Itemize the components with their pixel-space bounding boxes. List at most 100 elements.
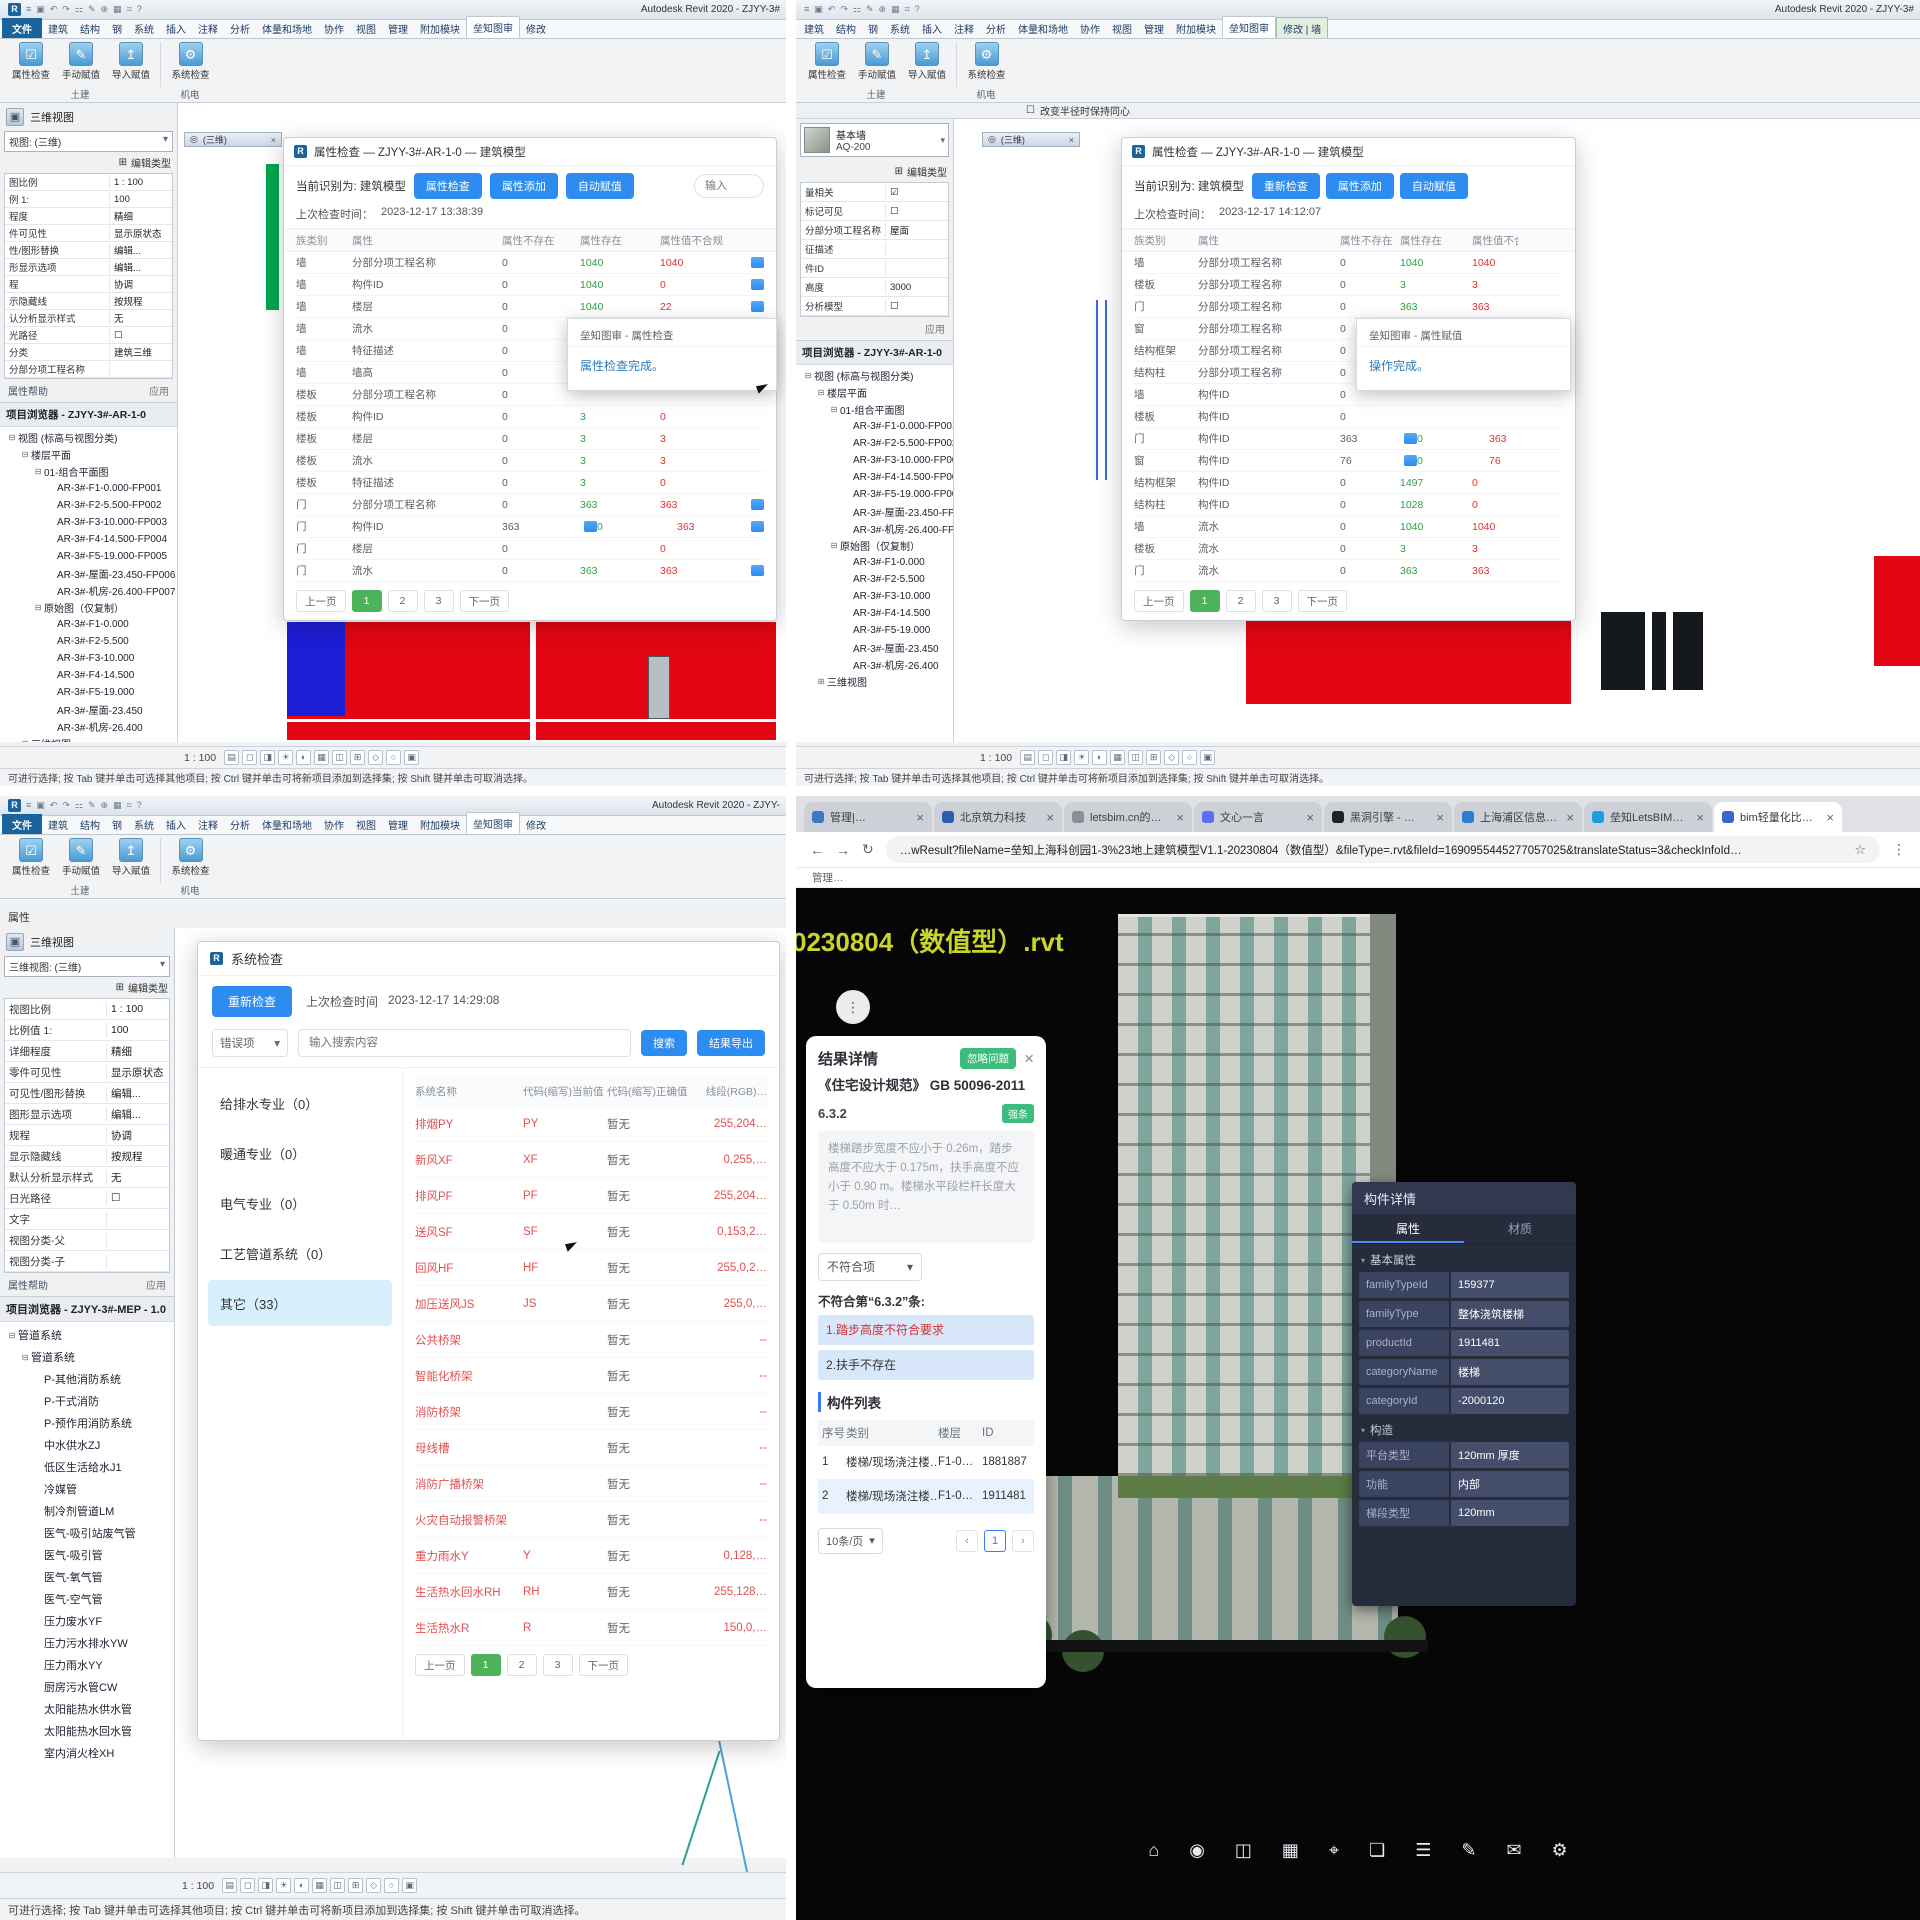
check-table-row[interactable]: 墙构件ID0 10400	[296, 274, 764, 296]
tree-item[interactable]: 压力废水YF	[0, 1610, 174, 1632]
list-icon[interactable]: ☰	[1415, 1840, 1431, 1861]
qat-icon[interactable]: ⊕	[101, 4, 109, 15]
ribbon-tab[interactable]: 分析	[224, 18, 256, 38]
check-table-row[interactable]: 楼板楼层0 33	[296, 428, 764, 450]
dialog-action-button[interactable]: 属性添加	[1326, 173, 1394, 199]
qat-icon[interactable]: ⌗	[127, 4, 132, 15]
tree-item[interactable]: AR-3#-机房-26.400	[796, 656, 953, 673]
tree-item[interactable]: AR-3#-F2-5.500-FP002	[0, 497, 177, 514]
property-row[interactable]: 分析模型☐	[801, 297, 948, 316]
tree-item[interactable]: 室内消火栓XH	[0, 1742, 174, 1764]
ribbon-tab[interactable]: 系统	[128, 814, 160, 834]
tree-item[interactable]: AR-3#-F1-0.000-FP001	[0, 480, 177, 497]
edit-type-button[interactable]: ⊞编辑类型	[0, 977, 174, 998]
tree-expander-icon[interactable]: ⊟	[6, 1331, 18, 1340]
qat-icon[interactable]: ▣	[36, 800, 45, 811]
tree-item[interactable]: AR-3#-F4-14.500-FP004	[796, 469, 953, 486]
qat-icon[interactable]: ⚏	[853, 4, 861, 15]
ribbon-tab[interactable]: 建筑	[798, 18, 830, 38]
ribbon-tab[interactable]: 文件	[2, 814, 42, 834]
qat-icon[interactable]: ⌗	[905, 4, 910, 15]
result-filter-dropdown[interactable]: 不符合项▾	[818, 1253, 922, 1281]
zoom-level[interactable]: 1 : 100	[980, 752, 1012, 764]
property-row[interactable]: 分部分项工程名称	[5, 361, 172, 378]
ribbon-tool-button[interactable]: ☑属性检查	[802, 42, 852, 87]
browser-tab[interactable]: 垒知LetsBIM… ×	[1584, 802, 1712, 832]
tree-item[interactable]: 冷媒管	[0, 1478, 174, 1500]
system-table-row[interactable]: 新风XFXF暂无0,255,…	[415, 1142, 767, 1178]
ribbon-tab[interactable]: 协作	[318, 18, 350, 38]
property-row[interactable]: 视图分类-父	[5, 1230, 169, 1251]
apply-button[interactable]: 应用	[146, 1277, 166, 1292]
close-tab-icon[interactable]: ×	[1046, 810, 1054, 825]
view-options-button[interactable]: ⋮	[836, 990, 870, 1024]
browser-tab[interactable]: bim轻量化比… ×	[1714, 802, 1842, 832]
home-icon[interactable]: ⌂	[1148, 1840, 1159, 1861]
ribbon-tool-button[interactable]: ↥导入赋值	[902, 42, 952, 87]
filter-icon[interactable]	[751, 257, 764, 268]
check-table-row[interactable]: 楼板流水0 33	[1134, 538, 1563, 560]
tree-item[interactable]: AR-3#-机房-26.400	[0, 718, 177, 735]
export-button[interactable]: 结果导出	[697, 1030, 765, 1056]
revit-logo-icon[interactable]: R	[8, 799, 21, 812]
recheck-button[interactable]: 重新检查	[212, 986, 292, 1017]
checkbox[interactable]: ☐	[1026, 105, 1035, 116]
view-control-icon[interactable]: ▣	[1200, 750, 1215, 765]
ribbon-tab[interactable]: 插入	[160, 814, 192, 834]
tree-item[interactable]: AR-3#-屋面-23.450	[796, 639, 953, 656]
tree-item[interactable]: 医气-空气管	[0, 1588, 174, 1610]
bookmark-bar[interactable]: 管理…	[796, 868, 1920, 888]
close-tab-icon[interactable]: ×	[1696, 810, 1704, 825]
property-row[interactable]: 形显示选项编辑...	[5, 259, 172, 276]
tree-item[interactable]: AR-3#-F4-14.500	[0, 667, 177, 684]
check-table-row[interactable]: 墙楼层0 104022	[296, 296, 764, 318]
zoom-level[interactable]: 1 : 100	[184, 752, 216, 764]
property-row[interactable]: 示隐藏线按规程	[5, 293, 172, 310]
system-table-row[interactable]: 加压送风JSJS暂无255,0,…	[415, 1286, 767, 1322]
view-control-icon[interactable]: ◐	[296, 750, 311, 765]
ribbon-tab[interactable]: 插入	[160, 18, 192, 38]
ribbon-tool-button[interactable]: ✎手动赋值	[56, 838, 106, 883]
view-control-icon[interactable]: ◇	[368, 750, 383, 765]
view-control-icon[interactable]: ⊞	[350, 750, 365, 765]
qat-icon[interactable]: ≡	[26, 4, 31, 15]
tree-item[interactable]: ⊟管道系统	[0, 1324, 174, 1346]
system-table-row[interactable]: 排烟PYPY暂无255,204…	[415, 1106, 767, 1142]
check-table-row[interactable]: 楼板流水0 33	[296, 450, 764, 472]
ribbon-tab[interactable]: 附加模块	[414, 18, 466, 38]
close-icon[interactable]: ×	[1024, 1050, 1034, 1067]
page-button[interactable]: 2	[388, 590, 418, 612]
tree-item[interactable]: 医气-吸引管	[0, 1544, 174, 1566]
prev-page-button[interactable]: 上一页	[296, 590, 346, 612]
property-row[interactable]: 可见性/图形替换编辑...	[5, 1083, 169, 1104]
property-row[interactable]: 光路径☐	[5, 327, 172, 344]
property-row[interactable]: 零件可见性显示原状态	[5, 1062, 169, 1083]
property-row[interactable]: 程度精细	[5, 208, 172, 225]
tree-item[interactable]: 中水供水ZJ	[0, 1434, 174, 1456]
type-selector[interactable]: 基本墙AQ-200▾	[800, 123, 949, 157]
browser-tab[interactable]: 管理|… ×	[804, 802, 932, 832]
property-row[interactable]: 件ID	[801, 259, 948, 278]
tree-item[interactable]: ⊞三维视图	[796, 673, 953, 690]
qat-icon[interactable]: ▦	[113, 800, 122, 811]
tree-expander-icon[interactable]: ⊟	[19, 450, 31, 459]
hide-component-icon[interactable]: ◫	[1235, 1840, 1252, 1861]
tree-item[interactable]: ⊟楼层平面	[796, 384, 953, 401]
ribbon-tab[interactable]: 附加模块	[414, 814, 466, 834]
check-table-row[interactable]: 门构件ID363 0363	[296, 516, 764, 538]
tree-item[interactable]: AR-3#-F5-19.000-FP005	[0, 548, 177, 565]
qat-icon[interactable]: ↶	[828, 4, 836, 15]
tree-item[interactable]: P-预作用消防系统	[0, 1412, 174, 1434]
discipline-item[interactable]: 工艺管道系统（0）	[208, 1230, 392, 1276]
view-control-icon[interactable]: ◫	[330, 1878, 345, 1893]
page-button[interactable]: 2	[1226, 590, 1256, 612]
view-control-icon[interactable]: ▤	[1020, 750, 1035, 765]
revit-logo-icon[interactable]: R	[8, 3, 21, 16]
violation-item[interactable]: 2.扶手不存在	[818, 1350, 1034, 1380]
prev-page-button[interactable]: 上一页	[415, 1654, 465, 1676]
filter-icon[interactable]	[751, 499, 764, 510]
tree-item[interactable]: 制冷剂管道LM	[0, 1500, 174, 1522]
view-control-icon[interactable]: ◻	[242, 750, 257, 765]
qat-icon[interactable]: ▦	[113, 4, 122, 15]
ribbon-tab[interactable]: 建筑	[42, 18, 74, 38]
